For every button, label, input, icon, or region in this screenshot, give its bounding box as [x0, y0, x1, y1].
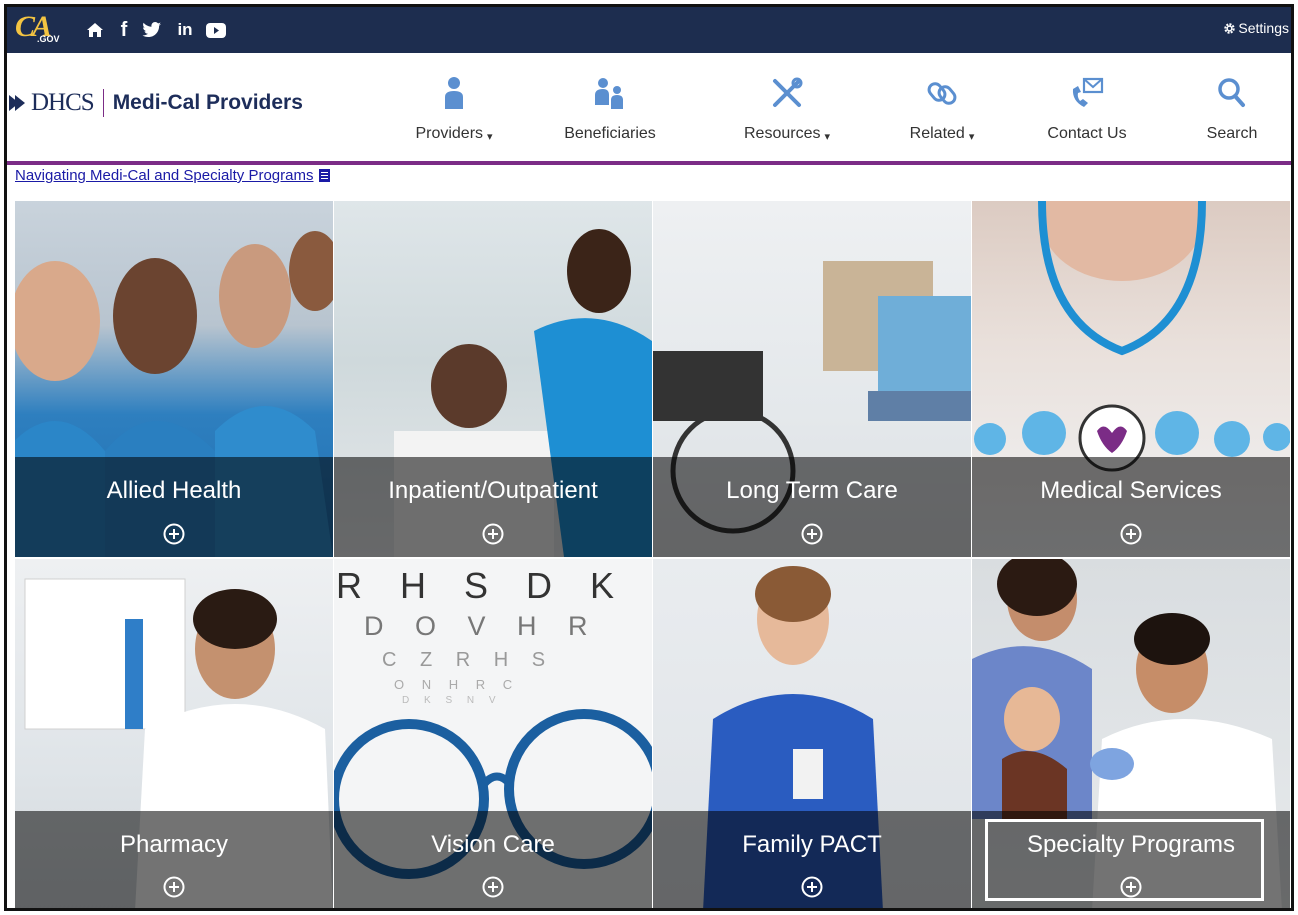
nav-providers[interactable]: Providers ▾ [399, 53, 509, 161]
settings-link[interactable]: Settings [1223, 20, 1289, 36]
youtube-icon[interactable] [205, 19, 227, 41]
plus-circle-icon [801, 523, 823, 545]
site-title: Medi-Cal Providers [112, 91, 303, 114]
twitter-icon[interactable] [141, 19, 163, 41]
home-icon[interactable] [85, 19, 105, 41]
navigating-medi-cal-link[interactable]: Navigating Medi-Cal and Specialty Progra… [15, 167, 331, 184]
facebook-icon[interactable]: f [117, 19, 131, 41]
tile-title: Long Term Care [726, 477, 898, 504]
nav-search[interactable]: Search [1192, 53, 1272, 161]
tile-inpatient-outpatient[interactable]: Inpatient/Outpatient [334, 201, 652, 557]
dhcs-mark-icon [9, 95, 25, 111]
tile-title: Vision Care [431, 831, 555, 858]
chevron-down-icon: ▾ [487, 131, 493, 143]
dhcs-logo[interactable]: DHCS Medi-Cal Providers [7, 89, 303, 117]
person-icon [445, 77, 463, 109]
top-bar: CA .GOV f in Settings [7, 7, 1291, 53]
site-header: DHCS Medi-Cal Providers Providers ▾ Benef… [7, 53, 1291, 165]
pdf-icon [319, 169, 331, 182]
tile-long-term-care[interactable]: Long Term Care [653, 201, 971, 557]
plus-circle-icon [482, 523, 504, 545]
program-tile-grid: Allied Health Inpatient/Outpatient Long … [15, 201, 1290, 908]
tile-vision-care[interactable]: R H S D K D O V H R C Z R H S O N H R C … [334, 559, 652, 908]
nav-beneficiaries[interactable]: Beneficiaries [555, 53, 665, 161]
tile-title: Pharmacy [119, 831, 229, 858]
plus-circle-icon [1120, 523, 1142, 545]
plus-circle-icon [801, 876, 823, 898]
phone-mail-icon [1072, 77, 1104, 107]
chevron-down-icon: ▾ [824, 131, 830, 143]
tile-allied-health[interactable]: Allied Health [15, 201, 333, 557]
plus-circle-icon [482, 876, 504, 898]
tile-title: Medical Services [1040, 477, 1222, 504]
chevron-down-icon: ▾ [968, 131, 975, 143]
tile-title: Family PACT [742, 831, 882, 858]
nav-related[interactable]: Related ▾ [894, 53, 990, 161]
ca-gov-logo[interactable]: CA .GOV [15, 10, 60, 48]
nav-resources[interactable]: Resources ▾ [732, 53, 842, 161]
search-icon [1218, 78, 1245, 107]
tile-title: Inpatient/Outpatient [388, 477, 598, 504]
gear-icon [1224, 22, 1236, 34]
tools-icon [773, 77, 803, 107]
tile-medical-services[interactable]: Medical Services [972, 201, 1290, 557]
tile-pharmacy[interactable]: Pharmacy [15, 559, 333, 908]
link-icon [927, 82, 957, 105]
logo-separator [102, 89, 104, 117]
tile-family-pact[interactable]: Family PACT [653, 559, 971, 908]
tile-title: Allied Health [106, 477, 242, 504]
plus-circle-icon [163, 523, 185, 545]
plus-circle-icon [163, 876, 185, 898]
specialty-programs-highlight-box [985, 819, 1264, 901]
nav-contact-us[interactable]: Contact Us [1037, 53, 1137, 161]
linkedin-icon[interactable]: in [173, 19, 197, 41]
people-icon [595, 78, 623, 109]
page-frame: CA .GOV f in Settings DHCS Medi-Cal Prov… [4, 4, 1294, 911]
